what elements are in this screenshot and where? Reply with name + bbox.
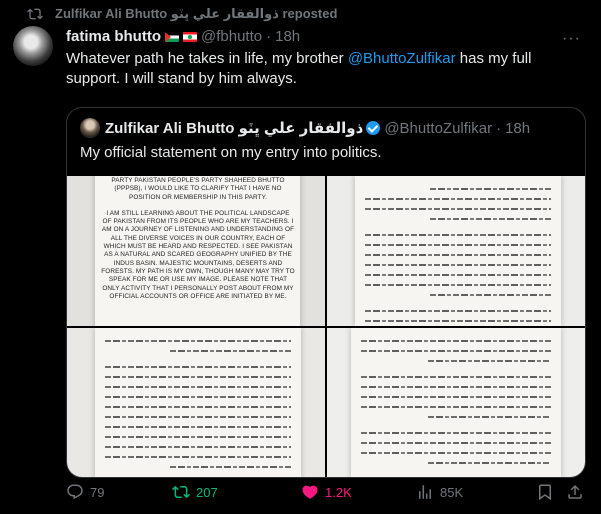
reply-count: 79 [90,484,105,500]
urdu-text [365,188,551,322]
author-handle[interactable]: @fbhutto [201,28,262,45]
palestine-flag-icon [165,31,179,42]
like-count: 1.2K [325,484,352,500]
verified-badge-icon [366,121,381,135]
lebanon-flag-icon [183,31,197,42]
timestamp[interactable]: 18h [275,28,300,45]
document-page [95,328,301,477]
reply-button[interactable]: 79 [66,483,104,501]
urdu-text [361,340,551,472]
quoted-timestamp: 18h [505,119,531,137]
avatar[interactable] [13,26,53,66]
bookmark-button[interactable] [536,483,554,501]
document-page: Party Pakistan People's Party Shaheed Bh… [95,176,300,326]
document-paragraph: I am still learning about the political … [101,209,295,300]
statement-image-1[interactable]: Party Pakistan People's Party Shaheed Bh… [67,176,325,326]
share-icon [568,484,582,499]
statement-image-3[interactable] [67,328,325,477]
quoted-tweet[interactable]: Zulfikar Ali Bhutto ذوالفقار علي ڀٽو @Bh… [66,107,586,478]
repost-icon [172,485,190,499]
view-count: 85K [440,484,464,500]
statement-image-2[interactable] [327,176,585,326]
repost-icon [27,8,43,20]
reply-icon [67,484,83,500]
document-page [351,328,561,477]
separator-dot: · [266,28,272,45]
quoted-author-handle: @BhuttoZulfikar [384,119,493,137]
quoted-tweet-text: My official statement on my entry into p… [80,144,382,161]
document-paragraph: Party Pakistan People's Party Shaheed Bh… [111,177,285,201]
document-text: Party Pakistan People's Party Shaheed Bh… [101,177,295,309]
image-grid: Party Pakistan People's Party Shaheed Bh… [67,176,585,477]
repost-label[interactable]: Zulfikar Ali Bhutto ذوالفقار علي ڀٽو rep… [55,6,337,22]
repost-button[interactable]: 207 [172,483,218,501]
analytics-icon [419,485,431,499]
share-button[interactable] [566,483,584,501]
document-page [355,176,561,326]
quoted-tweet-header: Zulfikar Ali Bhutto ذوالفقار علي ڀٽو @Bh… [80,118,530,138]
tweet-text-start: Whatever path he takes in life, my broth… [66,50,348,67]
repost-indicator: Zulfikar Ali Bhutto ذوالفقار علي ڀٽو rep… [27,6,337,22]
heart-icon [302,485,318,499]
bookmark-icon [539,484,551,501]
like-button[interactable]: 1.2K [301,483,352,501]
urdu-text [105,340,291,472]
author-name[interactable]: fatima bhutto [66,28,161,45]
statement-image-4[interactable] [327,328,585,477]
more-options-icon[interactable]: ··· [562,30,581,48]
action-bar: 79 207 1.2K 85K [66,483,586,503]
tweet-header: fatima bhutto @fbhutto · 18h [66,28,300,45]
separator-dot: · [496,119,502,137]
quoted-author-name: Zulfikar Ali Bhutto ذوالفقار علي ڀٽو [105,120,364,137]
views-button[interactable]: 85K [416,483,463,501]
tweet-text: Whatever path he takes in life, my broth… [66,49,586,89]
repost-count: 207 [196,484,218,500]
mention-link[interactable]: @BhuttoZulfikar [348,50,456,67]
quoted-avatar [80,118,100,138]
